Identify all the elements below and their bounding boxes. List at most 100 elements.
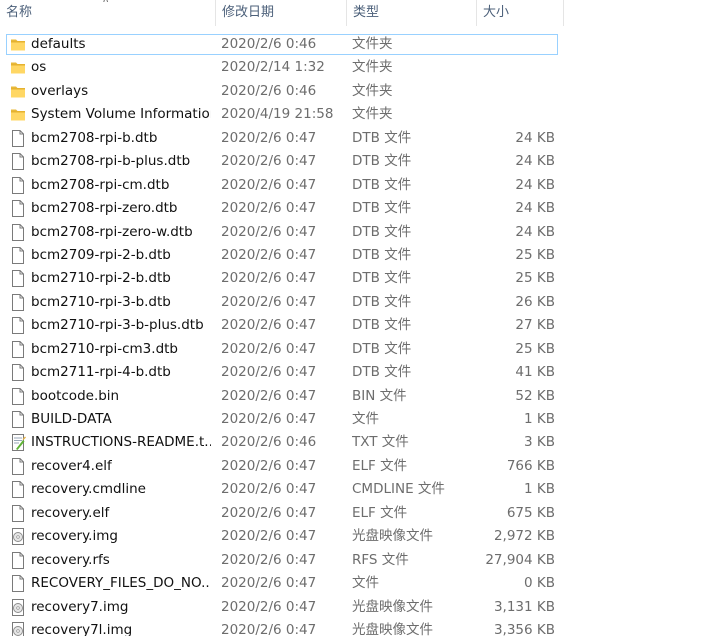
- file-date-modified: 2020/2/6 0:47: [221, 176, 317, 193]
- file-row[interactable]: defaults 2020/2/6 0:46 文件夹: [0, 33, 714, 56]
- file-row[interactable]: bcm2708-rpi-b.dtb 2020/2/6 0:47 DTB 文件 24 K…: [0, 127, 714, 150]
- file-row[interactable]: bcm2709-rpi-2-b.dtb 2020/2/6 0:47 DTB 文件 25…: [0, 244, 714, 267]
- file-name: overlays: [31, 82, 89, 99]
- file-row[interactable]: overlays 2020/2/6 0:46 文件夹: [0, 80, 714, 103]
- file-type: 文件夹: [352, 82, 393, 99]
- file-name: recover4.elf: [31, 457, 112, 474]
- file-row[interactable]: bcm2710-rpi-2-b.dtb 2020/2/6 0:47 DTB 文件 25…: [0, 267, 714, 290]
- file-row[interactable]: recover4.elf 2020/2/6 0:47 ELF 文件 766 KB: [0, 455, 714, 478]
- disc-image-icon: [10, 621, 26, 636]
- file-row[interactable]: recovery.cmdline 2020/2/6 0:47 CMDLINE 文件 1…: [0, 478, 714, 501]
- column-divider[interactable]: [563, 0, 564, 26]
- file-row[interactable]: recovery.elf 2020/2/6 0:47 ELF 文件 675 KB: [0, 502, 714, 525]
- file-type: CMDLINE 文件: [352, 481, 445, 498]
- file-date-modified: 2020/2/6 0:47: [221, 129, 317, 146]
- column-header-name-label: 名称: [6, 5, 33, 20]
- file-type: DTB 文件: [352, 246, 412, 263]
- column-header-date[interactable]: 修改日期: [216, 0, 346, 26]
- folder-icon: [10, 36, 26, 53]
- file-size: 766 KB: [506, 457, 555, 474]
- file-date-modified: 2020/2/6 0:46: [221, 36, 317, 52]
- file-size: 25 KB: [515, 340, 555, 357]
- column-header-type[interactable]: 类型: [347, 0, 476, 26]
- file-icon: [10, 246, 26, 264]
- file-date-modified: 2020/2/6 0:46: [221, 82, 317, 99]
- file-name: BUILD-DATA: [31, 411, 112, 427]
- file-date-modified: 2020/2/6 0:47: [221, 340, 317, 357]
- file-name: bcm2710-rpi-2-b.dtb: [31, 270, 171, 287]
- file-date-modified: 2020/4/19 21:58: [221, 106, 334, 123]
- file-row[interactable]: bcm2708-rpi-cm.dtb 2020/2/6 0:47 DTB 文件 24 …: [0, 174, 714, 197]
- file-icon: [10, 270, 26, 288]
- file-size: [478, 103, 555, 126]
- file-name: bcm2711-rpi-4-b.dtb: [31, 364, 171, 381]
- file-row[interactable]: INSTRUCTIONS-README.t... 2020/2/6 0:46 TXT…: [0, 431, 714, 454]
- file-row[interactable]: recovery.img 2020/2/6 0:47 光盘映像文件 2,972 KB: [0, 525, 714, 548]
- file-explorer-window: 名称 ∧ 修改日期 类型 大小 defaults 2020/2/6 0:46 文件夹…: [0, 0, 714, 636]
- file-row[interactable]: os 2020/2/14 1:32 文件夹: [0, 56, 714, 79]
- file-icon: [10, 223, 26, 241]
- text-document-icon: [10, 434, 26, 452]
- file-size: 24 KB: [515, 153, 555, 170]
- file-icon: [10, 364, 26, 382]
- file-size: 675 KB: [506, 504, 555, 521]
- file-type: DTB 文件: [352, 340, 412, 357]
- file-name: defaults: [31, 36, 86, 52]
- file-date-modified: 2020/2/6 0:47: [221, 621, 317, 636]
- file-row[interactable]: bcm2711-rpi-4-b.dtb 2020/2/6 0:47 DTB 文件 41…: [0, 361, 714, 384]
- file-icon: [10, 129, 26, 147]
- file-size: 24 KB: [515, 223, 555, 240]
- file-row[interactable]: bcm2710-rpi-3-b.dtb 2020/2/6 0:47 DTB 文件 26…: [0, 291, 714, 314]
- file-icon: [10, 411, 26, 428]
- file-row[interactable]: bootcode.bin 2020/2/6 0:47 BIN 文件 52 KB: [0, 385, 714, 408]
- file-icon: [10, 293, 26, 311]
- file-row[interactable]: RECOVERY_FILES_DO_NO... 2020/2/6 0:47 文件 0 …: [0, 572, 714, 595]
- file-row[interactable]: recovery7.img 2020/2/6 0:47 光盘映像文件 3,131 KB: [0, 596, 714, 619]
- file-type: DTB 文件: [352, 293, 412, 310]
- file-row[interactable]: recovery7l.img 2020/2/6 0:47 光盘映像文件 3,356 K…: [0, 619, 714, 636]
- column-header-type-label: 类型: [353, 5, 380, 20]
- file-name: bcm2710-rpi-cm3.dtb: [31, 340, 178, 357]
- file-icon: [10, 387, 26, 405]
- file-type: 文件: [352, 575, 379, 592]
- file-date-modified: 2020/2/6 0:47: [221, 411, 317, 427]
- file-size: 3 KB: [524, 434, 555, 451]
- column-header-name[interactable]: 名称 ∧: [0, 0, 215, 26]
- column-header-bar: 名称 ∧ 修改日期 类型 大小: [0, 0, 714, 26]
- file-row[interactable]: System Volume Information 2020/4/19 21:58…: [0, 103, 714, 126]
- file-size: [478, 80, 555, 103]
- file-name: bcm2708-rpi-zero-w.dtb: [31, 223, 193, 240]
- file-date-modified: 2020/2/6 0:47: [221, 364, 317, 381]
- file-size: 3,131 KB: [493, 598, 555, 615]
- file-name: recovery7l.img: [31, 621, 133, 636]
- file-size: 0 KB: [524, 575, 555, 592]
- file-date-modified: 2020/2/6 0:47: [221, 504, 317, 521]
- file-date-modified: 2020/2/6 0:47: [221, 270, 317, 287]
- file-date-modified: 2020/2/6 0:47: [221, 481, 317, 498]
- folder-icon: [10, 59, 26, 76]
- file-row[interactable]: bcm2710-rpi-3-b-plus.dtb 2020/2/6 0:47 DTB…: [0, 314, 714, 337]
- file-size: 24 KB: [515, 176, 555, 193]
- file-icon: [10, 153, 26, 171]
- file-size: 25 KB: [515, 246, 555, 263]
- file-type: RFS 文件: [352, 551, 409, 568]
- file-row[interactable]: recovery.rfs 2020/2/6 0:47 RFS 文件 27,904 KB: [0, 549, 714, 572]
- file-type: 文件夹: [352, 59, 393, 76]
- file-date-modified: 2020/2/6 0:47: [221, 246, 317, 263]
- file-type: ELF 文件: [352, 504, 408, 521]
- file-type: DTB 文件: [352, 200, 412, 217]
- file-row[interactable]: bcm2708-rpi-zero.dtb 2020/2/6 0:47 DTB 文件 2…: [0, 197, 714, 220]
- file-date-modified: 2020/2/6 0:47: [221, 293, 317, 310]
- file-row[interactable]: bcm2708-rpi-zero-w.dtb 2020/2/6 0:47 DTB 文…: [0, 221, 714, 244]
- file-row[interactable]: bcm2710-rpi-cm3.dtb 2020/2/6 0:47 DTB 文件 25…: [0, 338, 714, 361]
- file-row[interactable]: BUILD-DATA 2020/2/6 0:47 文件 1 KB: [0, 408, 714, 431]
- column-header-size[interactable]: 大小: [477, 0, 563, 26]
- file-name: recovery7.img: [31, 598, 129, 615]
- file-date-modified: 2020/2/6 0:47: [221, 200, 317, 217]
- file-date-modified: 2020/2/14 1:32: [221, 59, 325, 76]
- file-type: DTB 文件: [352, 317, 412, 334]
- file-row[interactable]: bcm2708-rpi-b-plus.dtb 2020/2/6 0:47 DTB 文…: [0, 150, 714, 173]
- file-name: bcm2710-rpi-3-b.dtb: [31, 293, 171, 310]
- file-icon: [10, 176, 26, 194]
- file-type: TXT 文件: [352, 434, 409, 451]
